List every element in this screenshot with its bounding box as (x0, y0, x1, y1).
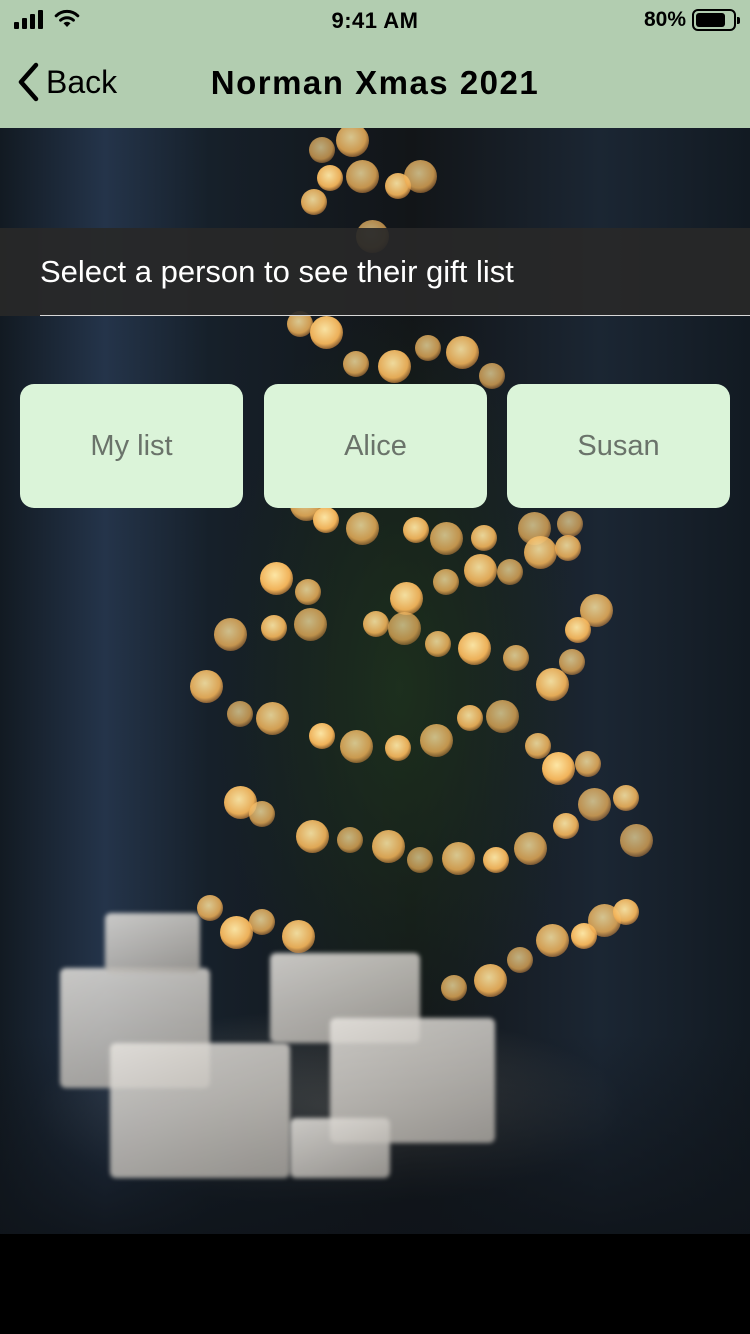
prompt-text: Select a person to see their gift list (40, 254, 514, 289)
bokeh-light (503, 645, 529, 671)
bokeh-light (345, 511, 379, 545)
bokeh-light (213, 617, 247, 651)
prompt-bar: Select a person to see their gift list (0, 228, 750, 316)
bokeh-light (387, 611, 421, 645)
bokeh-light (457, 705, 483, 731)
bokeh-light (619, 823, 653, 857)
bokeh-light (309, 315, 343, 349)
bokeh-light (553, 813, 579, 839)
bokeh-light (507, 947, 533, 973)
bokeh-light (313, 507, 339, 533)
bokeh-light (227, 701, 253, 727)
bokeh-light (497, 559, 523, 585)
bokeh-light (371, 829, 405, 863)
bokeh-light (425, 631, 451, 657)
person-button-my-list[interactable]: My list (20, 384, 243, 508)
bokeh-light (261, 615, 287, 641)
bokeh-light (295, 819, 329, 853)
bokeh-light (335, 128, 369, 157)
bokeh-light (479, 363, 505, 389)
battery-level (696, 13, 725, 27)
bokeh-light (301, 189, 327, 215)
bokeh-light (441, 975, 467, 1001)
status-time: 9:41 AM (331, 8, 419, 33)
page-title: Norman Xmas 2021 (210, 64, 540, 101)
bokeh-light (337, 827, 363, 853)
bokeh-light (463, 553, 497, 587)
bokeh-light (249, 909, 275, 935)
bokeh-light (557, 511, 583, 537)
person-button-alice[interactable]: Alice (264, 384, 487, 508)
bokeh-light (389, 581, 423, 615)
bokeh-light (577, 787, 611, 821)
bokeh-light (485, 699, 519, 733)
gift-box (290, 1118, 390, 1178)
bokeh-light (613, 899, 639, 925)
bokeh-light (483, 847, 509, 873)
bokeh-light (249, 801, 275, 827)
bokeh-light (523, 535, 557, 569)
nav-bar: Back Norman Xmas 2021 (0, 40, 750, 128)
bottom-safe-area (0, 1234, 750, 1334)
bokeh-light (255, 701, 289, 735)
bokeh-light (445, 335, 479, 369)
bokeh-light (403, 159, 437, 193)
bokeh-light (407, 847, 433, 873)
status-bar: 9:41 AM 80% (0, 0, 750, 40)
gift-box (110, 1043, 290, 1178)
bokeh-light (309, 137, 335, 163)
bokeh-light (385, 735, 411, 761)
bokeh-light (575, 751, 601, 777)
bokeh-light (555, 535, 581, 561)
bokeh-light (363, 611, 389, 637)
bokeh-light (415, 335, 441, 361)
bokeh-light (473, 963, 507, 997)
bokeh-light (559, 649, 585, 675)
bokeh-light (613, 785, 639, 811)
bokeh-light (433, 569, 459, 595)
bokeh-light (535, 923, 569, 957)
bokeh-light (377, 349, 411, 383)
bokeh-light (345, 159, 379, 193)
bokeh-light (343, 351, 369, 377)
battery-percent: 80% (643, 8, 686, 31)
bokeh-light (429, 521, 463, 555)
bokeh-light (403, 517, 429, 543)
prompt-divider (40, 315, 750, 316)
gift-box (105, 913, 200, 973)
bokeh-light (339, 729, 373, 763)
bokeh-light (197, 895, 223, 921)
bokeh-light (317, 165, 343, 191)
bokeh-light (541, 751, 575, 785)
person-button-susan[interactable]: Susan (507, 384, 730, 508)
bokeh-light (309, 723, 335, 749)
bokeh-light (259, 561, 293, 595)
bokeh-light (419, 723, 453, 757)
bokeh-light (565, 617, 591, 643)
header: 9:41 AM 80% Back Norman Xmas 2021 (0, 0, 750, 128)
bokeh-light (471, 525, 497, 551)
battery-tip (737, 17, 740, 24)
bokeh-light (281, 919, 315, 953)
bokeh-light (293, 607, 327, 641)
bokeh-light (457, 631, 491, 665)
bokeh-light (219, 915, 253, 949)
bokeh-light (513, 831, 547, 865)
battery-icon (692, 9, 740, 31)
bokeh-light (441, 841, 475, 875)
bokeh-light (295, 579, 321, 605)
bokeh-light (189, 669, 223, 703)
status-right: 80% (643, 8, 740, 32)
